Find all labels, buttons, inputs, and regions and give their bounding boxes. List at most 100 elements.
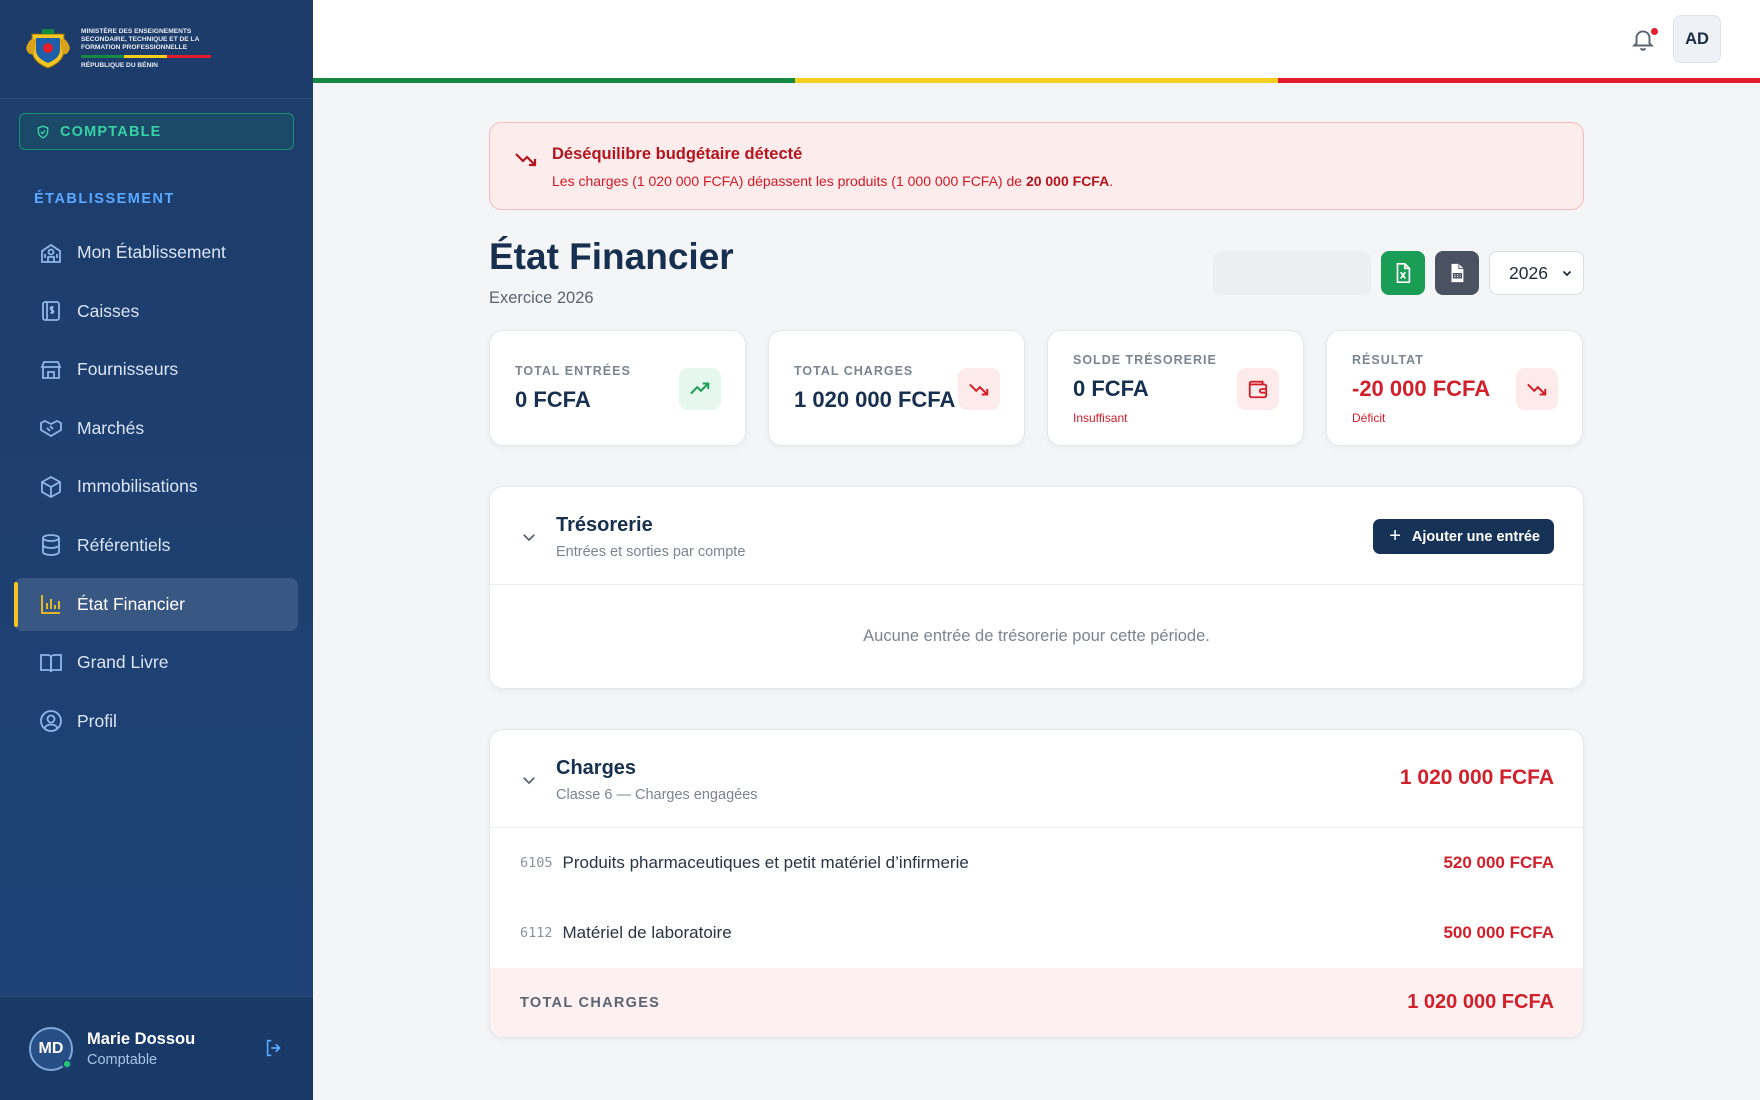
user-circle-icon [40, 710, 62, 733]
total-label: TOTAL CHARGES [520, 994, 661, 1011]
alert-message-text: Les charges (1 020 000 FCFA) dépassent l… [552, 173, 1026, 189]
sidebar-item-grand-livre[interactable]: Grand Livre [14, 636, 298, 689]
stat-card-total-charges: TOTAL CHARGES 1 020 000 FCFA [768, 330, 1025, 446]
sidebar-item-marches[interactable]: Marchés [14, 402, 298, 455]
ministry-line-3: Formation Professionnelle [81, 44, 188, 51]
avatar-initials: MD [38, 1039, 64, 1057]
flag-stripe [81, 55, 211, 59]
excel-file-icon [1396, 263, 1411, 283]
stat-label: RÉSULTAT [1352, 353, 1424, 367]
page-subtitle: Exercice 2026 [489, 289, 594, 307]
sidebar-item-immobilisations[interactable]: Immobilisations [14, 460, 298, 513]
sidebar-item-label: Fournisseurs [77, 359, 179, 380]
database-icon [42, 534, 60, 557]
account-amount: 520 000 FCFA [1443, 853, 1554, 872]
chevron-down-icon[interactable] [520, 771, 538, 789]
sidebar-item-label: Marchés [77, 417, 145, 438]
sidebar-item-mon-etablissement[interactable]: Mon Établissement [14, 226, 298, 279]
stat-note: Déficit [1352, 411, 1386, 425]
sidebar-item-caisses[interactable]: Caisses [14, 285, 298, 338]
role-badge-label: COMPTABLE [60, 123, 162, 140]
top-avatar[interactable]: AD [1673, 15, 1721, 63]
stat-label: SOLDE TRÉSORERIE [1073, 353, 1217, 367]
account-label: Produits pharmaceutiques et petit matéri… [562, 853, 969, 872]
box-icon [41, 475, 61, 498]
charges-header-total: 1 020 000 FCFA [1399, 766, 1554, 789]
sidebar-item-label: Immobilisations [77, 476, 198, 497]
sidebar-item-profil[interactable]: Profil [14, 695, 298, 748]
page-title: État Financier [489, 236, 734, 277]
stat-icon-box [679, 368, 721, 410]
charges-card: Charges Classe 6 — Charges engagées 1 02… [489, 729, 1584, 1038]
sidebar-item-etat-financier[interactable]: État Financier [14, 577, 298, 631]
tresorerie-header[interactable]: Trésorerie Entrées et sorties par compte… [490, 487, 1583, 585]
main-content: Déséquilibre budgétaire détecté Les char… [489, 122, 1584, 1038]
charges-total-row: TOTAL CHARGES 1 020 000 FCFA [490, 968, 1583, 1037]
ministry-line-1: Ministère des Enseignements [81, 27, 192, 35]
charges-header[interactable]: Charges Classe 6 — Charges engagées 1 02… [490, 730, 1583, 828]
sidebar: Ministère des Enseignements Secondaire, … [0, 0, 313, 1100]
sidebar-item-referentiels[interactable]: Référentiels [14, 519, 298, 572]
book-icon [40, 653, 62, 672]
country-name: République du Bénin [81, 62, 158, 70]
export-csv-button[interactable] [1435, 251, 1479, 295]
tresorerie-subtitle: Entrées et sorties par compte [556, 544, 746, 560]
plus-icon: + [1389, 525, 1401, 547]
budget-alert: Déséquilibre budgétaire détecté Les char… [489, 122, 1584, 210]
sidebar-item-label: Référentiels [77, 534, 171, 555]
trend-down-icon [515, 153, 537, 167]
flag-stripe-bar [313, 78, 1760, 83]
export-excel-button[interactable] [1381, 251, 1425, 295]
total-amount: 1 020 000 FCFA [1407, 991, 1554, 1013]
stat-card-total-entrees: TOTAL ENTRÉES 0 FCFA [489, 330, 746, 446]
table-row: 6112 Matériel de laboratoire 500 000 FCF… [490, 898, 1583, 968]
year-select[interactable]: 2026 [1489, 251, 1584, 295]
cash-register-icon [42, 301, 60, 321]
store-icon [40, 360, 62, 379]
sidebar-section-label: ÉTABLISSEMENT [34, 191, 175, 207]
header-actions: 2026 [1213, 251, 1584, 295]
placeholder-field [1213, 251, 1371, 295]
stat-card-resultat: RÉSULTAT -20 000 FCFA Déficit [1326, 330, 1583, 446]
table-row: 6105 Produits pharmaceutiques et petit m… [490, 828, 1583, 898]
ministry-line-2: Secondaire, Technique et de la [81, 35, 200, 43]
add-entry-label: Ajouter une entrée [1411, 528, 1540, 545]
tresorerie-title: Trésorerie [556, 514, 653, 536]
charges-title: Charges [556, 757, 637, 779]
brand-header: Ministère des Enseignements Secondaire, … [0, 0, 313, 99]
stat-icon-box [958, 368, 1000, 410]
account-amount: 500 000 FCFA [1443, 923, 1554, 942]
sidebar-item-label: Caisses [77, 300, 140, 321]
sidebar-item-fournisseurs[interactable]: Fournisseurs [14, 343, 298, 396]
tresorerie-empty-state: Aucune entrée de trésorerie pour cette p… [863, 627, 1210, 645]
shield-check-icon [37, 124, 49, 139]
user-name: Marie Dossou [87, 1029, 196, 1048]
page-header: État Financier Exercice 2026 2026 [489, 210, 1584, 330]
trend-up-icon [690, 382, 710, 395]
avatar[interactable]: MD [29, 1026, 73, 1071]
stat-icon-box [1516, 368, 1558, 410]
charges-subtitle: Classe 6 — Charges engagées [556, 787, 758, 803]
alert-message: Les charges (1 020 000 FCFA) dépassent l… [552, 173, 1583, 189]
chevron-down-icon [1562, 270, 1572, 277]
sidebar-item-label: Profil [77, 710, 117, 731]
trend-down-icon [1527, 383, 1547, 396]
wallet-icon [1248, 380, 1268, 399]
chevron-down-icon[interactable] [520, 528, 538, 546]
notification-dot [1651, 28, 1658, 35]
stat-icon-box [1237, 368, 1279, 410]
online-status-dot [62, 1058, 72, 1069]
year-select-value: 2026 [1509, 262, 1548, 283]
alert-message-amount: 20 000 FCFA [1025, 173, 1110, 189]
add-entry-button[interactable]: + Ajouter une entrée [1373, 519, 1554, 554]
logout-icon[interactable] [263, 1037, 285, 1059]
account-label: Matériel de laboratoire [562, 923, 732, 942]
sidebar-item-label: Mon Établissement [77, 242, 226, 262]
alert-title: Déséquilibre budgétaire détecté [552, 145, 803, 163]
stats-row: TOTAL ENTRÉES 0 FCFA TOTAL CHARGES 1 020… [489, 330, 1584, 446]
user-panel: MD Marie Dossou Comptable [0, 996, 313, 1100]
bar-chart-icon [41, 595, 60, 614]
account-code: 6105 [520, 855, 553, 871]
school-icon [41, 243, 61, 263]
sidebar-item-label: Grand Livre [77, 652, 169, 673]
